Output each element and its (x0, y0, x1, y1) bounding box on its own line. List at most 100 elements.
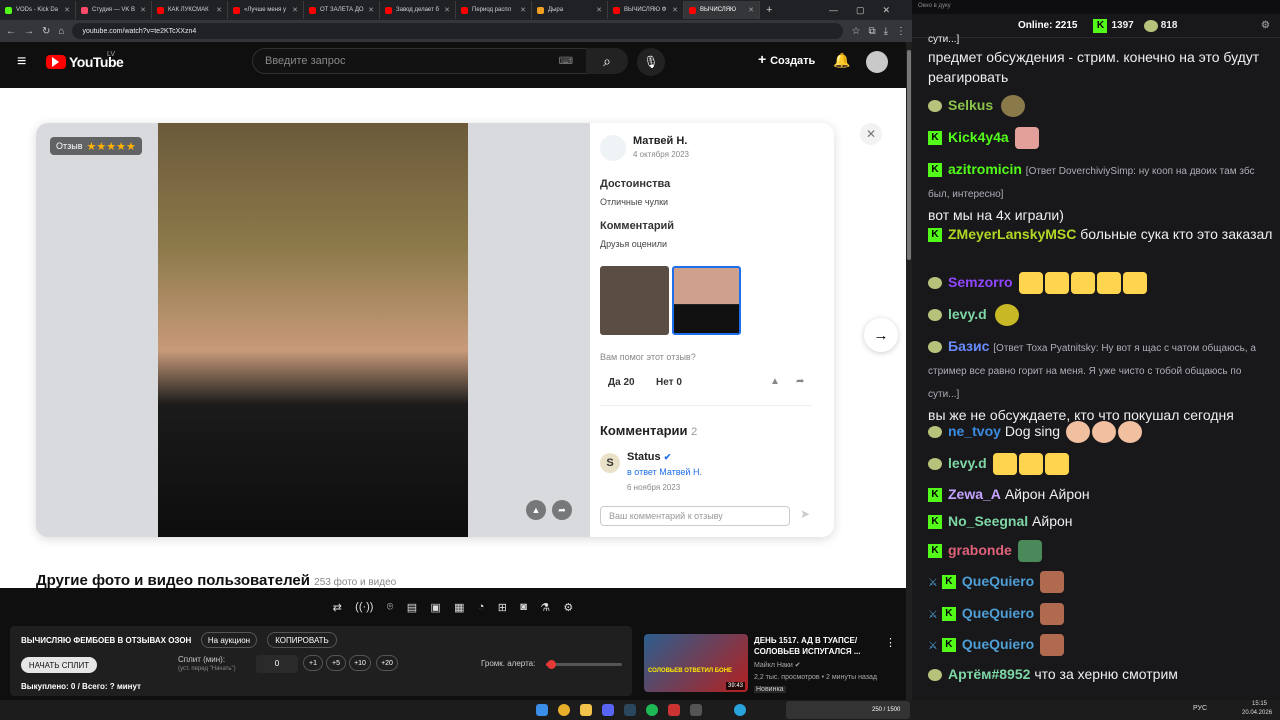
start-split-button[interactable]: НАЧАТЬ СПЛИТ (21, 657, 97, 673)
discord-icon[interactable] (602, 704, 614, 716)
close-icon[interactable]: ✕ (860, 123, 882, 145)
tab-8[interactable]: ВЫЧИСЛЯЮ Ф ✕ (608, 1, 684, 19)
sword-badge-icon: ⚔ (928, 577, 938, 589)
reply-to-link[interactable]: в ответ Матвей Н. (627, 467, 702, 477)
emote-icon (1044, 272, 1069, 295)
video-frame: Отзыв ★★★★★ ▲ ➦ Матвей Н. 4 октября 2023… (0, 88, 906, 589)
back-icon[interactable]: ← (6, 26, 16, 37)
related-video-thumbnail[interactable]: СОЛОВЬЕВ ОТВЕТИЛ БОНЕ 39:43 (644, 634, 748, 692)
app-icon[interactable] (668, 704, 680, 716)
helpful-yes-button[interactable]: Да 20 (608, 377, 635, 388)
stream-chat: Окно в дуку Online: 2215 K 1397 818 ⚙ сут… (912, 0, 1280, 700)
audio-icon[interactable]: ((·)) (355, 601, 373, 613)
review-card: Отзыв ★★★★★ ▲ ➦ Матвей Н. 4 октября 2023… (36, 123, 834, 537)
tab-9-active[interactable]: ВЫЧИСЛЯЮ ✕ (684, 1, 760, 19)
create-button[interactable]: + Создать (758, 51, 815, 67)
next-arrow-icon[interactable]: → (864, 318, 898, 352)
emote-icon (992, 453, 1017, 476)
emote-icon (1018, 272, 1043, 295)
helpful-no-button[interactable]: Нет 0 (656, 377, 682, 388)
review-thumbnail-2[interactable] (672, 266, 741, 335)
related-video-title[interactable]: ДЕНЬ 1517. АД В ТУАПСЕ/ СОЛОВЬЕВ ИСПУГАЛ… (754, 635, 872, 657)
bookmark-star-icon[interactable]: ☆ (851, 26, 860, 37)
copy-button[interactable]: КОПИРОВАТЬ (267, 632, 337, 648)
kick-badge-icon: K (941, 607, 956, 622)
voice-search-button[interactable]: 🎙 (637, 48, 665, 76)
keyboard-icon[interactable]: ⌨ (559, 56, 573, 67)
send-icon[interactable]: ➤ (800, 507, 810, 521)
meme-widget[interactable]: 250 / 1500 (786, 701, 910, 719)
download-icon[interactable]: ⤓ (884, 26, 888, 37)
tab-0[interactable]: VODs - Kick Da ✕ (0, 1, 76, 19)
alert-volume-slider[interactable] (546, 660, 622, 669)
search-input[interactable]: Введите запрос ⌨ (252, 48, 626, 74)
steam-icon[interactable] (624, 704, 636, 716)
avatar[interactable] (866, 51, 888, 73)
app-icon[interactable] (690, 704, 702, 716)
review-thumbnail-1[interactable] (600, 266, 669, 335)
chat-message: Semzorro (928, 272, 1274, 295)
tab-5[interactable]: Завод делает б ✕ (380, 1, 456, 19)
clock-time[interactable]: 15:15 (1252, 701, 1267, 707)
clock-date[interactable]: 20.04.2026 (1242, 710, 1272, 716)
tab-7[interactable]: Дыра ✕ (532, 1, 608, 19)
tab-6[interactable]: Период распл ✕ (456, 1, 532, 19)
film-icon[interactable]: ▤ (407, 601, 417, 614)
badge-icon (928, 309, 942, 322)
auction-button[interactable]: На аукцион (201, 632, 257, 648)
screenshot-icon[interactable]: ◙ (520, 601, 527, 613)
grid-icon[interactable]: ▦ (454, 601, 464, 614)
loop-icon[interactable]: ⇄ (333, 601, 342, 614)
camera-icon[interactable]: ⌾ (387, 601, 394, 614)
kick-badge-icon: K (928, 131, 942, 146)
add-icon[interactable]: ⊞ (498, 601, 507, 614)
tab-3[interactable]: «Лучше меня у ✕ (228, 1, 304, 19)
spotify-icon[interactable] (646, 704, 658, 716)
tab-1[interactable]: Студия — VK В ✕ (76, 1, 152, 19)
increment-10-button[interactable]: +10 (349, 655, 371, 671)
search-button[interactable]: ⌕ (586, 48, 628, 74)
kick-badge-icon: K (928, 163, 942, 178)
extensions-icon[interactable]: ⧉ (868, 26, 875, 37)
explorer-icon[interactable] (580, 704, 592, 716)
new-tab-button[interactable]: + (766, 4, 772, 16)
comments-title: Комментарии 2 (600, 423, 698, 438)
reload-icon[interactable]: ↻ (42, 26, 50, 37)
alert-volume-knob[interactable] (547, 660, 557, 669)
hamburger-menu-icon[interactable]: ≡ (17, 53, 26, 71)
split-input[interactable]: 0 (256, 655, 298, 673)
chat-message: Базис [Ответ Тоха Pyatnitsky: Ну вот я щ… (928, 338, 1256, 423)
chrome-icon[interactable] (558, 704, 570, 716)
author-avatar (600, 135, 626, 161)
home-icon[interactable]: ⌂ (58, 26, 64, 37)
tab-4[interactable]: ОТ ЗАЛЕТА ДО ✕ (304, 1, 380, 19)
menu-dots-icon[interactable]: ⋮ (896, 26, 906, 37)
telegram-icon[interactable] (734, 704, 746, 716)
comment-input[interactable]: Ваш комментарий к отзыву (600, 506, 790, 526)
chat-message: K Kick4y4a (928, 127, 1274, 150)
language-indicator[interactable]: РУС (1193, 705, 1207, 712)
flask-icon[interactable]: ⚗ (540, 601, 550, 614)
url-field[interactable]: youtube.com/watch?v=te2KTcXXzn4 (72, 23, 844, 39)
increment-5-button[interactable]: +5 (326, 655, 346, 671)
reply-date: 6 ноября 2023 (627, 483, 681, 492)
increment-1-button[interactable]: +1 (303, 655, 323, 671)
increment-20-button[interactable]: +20 (376, 655, 398, 671)
related-menu-icon[interactable]: ⋮ (885, 636, 896, 649)
speed-icon[interactable]: ◔ (478, 601, 485, 613)
gear-icon[interactable]: ⚙ (563, 601, 573, 614)
thumb-overlay-text: СОЛОВЬЕВ ОТВЕТИЛ БОНЕ (648, 668, 733, 674)
share-icon[interactable]: ➦ (552, 500, 572, 520)
share-review-icon[interactable]: ➦ (796, 376, 804, 387)
related-channel[interactable]: Майкл Наки ✔ (754, 661, 801, 669)
report-icon[interactable]: ▲ (770, 376, 780, 387)
pip-icon[interactable]: ▣ (430, 601, 440, 614)
window-controls[interactable]: —▢✕ (829, 5, 912, 16)
forward-icon[interactable]: → (24, 26, 34, 37)
emote-icon (1017, 540, 1042, 563)
review-photo[interactable]: Отзыв ★★★★★ ▲ ➦ (36, 123, 590, 537)
tab-2[interactable]: КАК ЛУКСМАК ✕ (152, 1, 228, 19)
complaint-icon[interactable]: ▲ (526, 500, 546, 520)
notifications-bell-icon[interactable]: 🔔 (833, 52, 850, 69)
start-icon[interactable] (536, 704, 548, 716)
